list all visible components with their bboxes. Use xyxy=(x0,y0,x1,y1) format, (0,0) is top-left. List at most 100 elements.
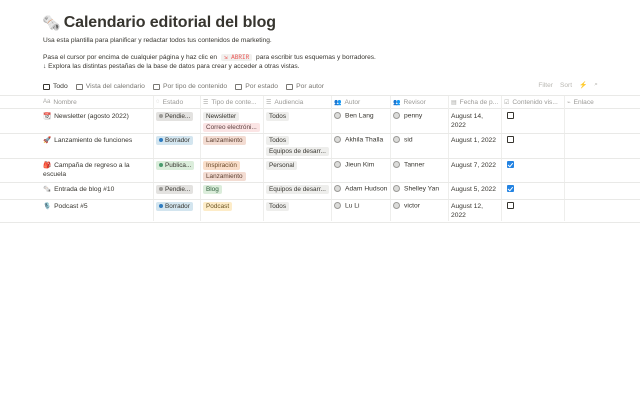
avatar xyxy=(334,136,341,143)
content-type-tag: Correo electróni... xyxy=(203,123,260,132)
content-type-cell[interactable]: Podcast xyxy=(203,202,233,213)
table-view-icon xyxy=(286,83,294,90)
search-icon[interactable]: ⌕ xyxy=(594,81,598,89)
status-label: Pendie... xyxy=(165,186,191,193)
column-header[interactable]: ☰ Audiencia xyxy=(266,96,331,108)
column-header[interactable]: ☑ Contenido vis... xyxy=(504,96,564,108)
row-divider xyxy=(0,133,640,134)
status-label: Borrador xyxy=(165,137,190,144)
author-cell[interactable]: Adam Hudson xyxy=(334,185,390,192)
audience-cell[interactable]: Todos xyxy=(266,112,290,123)
tab-0[interactable]: Todo xyxy=(43,80,68,96)
row-title[interactable]: 🎙️ Podcast #5 xyxy=(43,202,148,211)
author-cell[interactable]: Lu Li xyxy=(334,202,390,209)
reviewer-name: sid xyxy=(404,136,413,144)
column-header[interactable]: 👥 Autor xyxy=(334,96,390,108)
content-type-cell[interactable]: Inspiración xyxy=(203,161,240,172)
content-type-tag: Blog xyxy=(203,185,222,194)
hint-line-2: ↓ Explora las distintas pestañas de la b… xyxy=(43,63,300,70)
content-type-cell[interactable]: Correo electróni... xyxy=(203,123,260,134)
reviewer-cell[interactable]: victor xyxy=(393,202,449,209)
reviewer-cell[interactable]: penny xyxy=(393,112,449,119)
page-header: 🗞️ Calendario editorial del blog xyxy=(42,14,276,32)
audience-tag: Todos xyxy=(266,202,290,211)
content-type-cell[interactable]: Blog xyxy=(203,185,222,196)
content-visible-checkbox[interactable] xyxy=(507,202,514,209)
row-title[interactable]: 📆 Newsletter (agosto 2022) xyxy=(43,112,148,121)
author-cell[interactable]: Ben Lang xyxy=(334,112,390,119)
publish-date-cell[interactable]: August 14, 2022 xyxy=(451,112,483,130)
status-dot-icon xyxy=(159,114,163,119)
open-code-badge: ⇲ ABRIR xyxy=(220,54,253,61)
publish-date: August 12, xyxy=(451,203,483,210)
content-visible-checkbox[interactable] xyxy=(507,161,514,168)
column-header[interactable]: ◌ Estado xyxy=(156,96,201,108)
publish-date-year: 2022 xyxy=(451,212,466,219)
row-divider xyxy=(0,182,640,183)
table-view-icon xyxy=(235,83,243,90)
column-header-label: Autor xyxy=(344,98,361,106)
row-title[interactable]: 🚀 Lanzamiento de funciones xyxy=(43,136,148,145)
tab-4[interactable]: Por autor xyxy=(286,80,324,93)
column-header[interactable]: ☰ Tipo de conte... xyxy=(203,96,263,108)
row-name: Entrada de blog #10 xyxy=(54,186,115,193)
status-dot-icon xyxy=(159,204,163,209)
column-type-icon: 👥 xyxy=(334,99,342,106)
status-dot-icon xyxy=(159,187,163,192)
tab-1[interactable]: Vista del calendario xyxy=(75,80,145,93)
content-visible-checkbox[interactable] xyxy=(507,185,514,192)
row-title[interactable]: 🗞️ Entrada de blog #10 xyxy=(43,185,148,194)
content-visible-checkbox[interactable] xyxy=(507,112,514,119)
column-type-icon: ⌁ xyxy=(567,99,571,106)
tab-label: Vista del calendario xyxy=(85,83,145,90)
tab-2[interactable]: Por tipo de contenido xyxy=(152,80,228,93)
filter-button[interactable]: Filter xyxy=(538,82,553,89)
column-header-label: Fecha de p... xyxy=(459,98,499,106)
header-bottom-divider xyxy=(0,108,640,109)
row-name: Lanzamiento de funciones xyxy=(54,137,133,144)
publish-date-cell[interactable]: August 5, 2022 xyxy=(451,185,496,194)
avatar xyxy=(334,202,341,209)
audience-cell[interactable]: Todos xyxy=(266,136,290,147)
publish-date-cell[interactable]: August 1, 2022 xyxy=(451,136,496,145)
content-type-cell[interactable]: Newsletter xyxy=(203,112,240,123)
status-cell[interactable]: Borrador xyxy=(156,202,193,213)
reviewer-cell[interactable]: Shelley Yan xyxy=(393,185,449,192)
row-emoji-icon: 📆 xyxy=(43,113,52,120)
sort-button[interactable]: Sort xyxy=(560,82,572,89)
audience-cell[interactable]: Todos xyxy=(266,202,290,213)
column-header[interactable]: ⌁ Enlace xyxy=(567,96,627,108)
row-title[interactable]: 🎒 Campaña de regreso a la escuela xyxy=(43,161,148,179)
reviewer-cell[interactable]: Tanner xyxy=(393,161,449,168)
audience-cell[interactable]: Equipos de desarr... xyxy=(266,185,329,196)
author-cell[interactable]: Jieun Kim xyxy=(334,161,390,168)
column-type-icon: ☰ xyxy=(266,99,272,106)
status-cell[interactable]: Pendie... xyxy=(156,112,194,123)
table-view-icon xyxy=(43,83,50,90)
status-cell[interactable]: Pendie... xyxy=(156,185,194,196)
content-visible-checkbox[interactable] xyxy=(507,136,514,143)
lightning-icon[interactable]: ⚡ xyxy=(579,81,587,89)
publish-date-cell[interactable]: August 12, 2022 xyxy=(451,202,483,220)
row-name: Newsletter (agosto 2022) xyxy=(54,113,129,120)
reviewer-cell[interactable]: sid xyxy=(393,136,449,143)
content-type-cell[interactable]: Lanzamiento xyxy=(203,172,246,183)
publish-date-cell[interactable]: August 7, 2022 xyxy=(451,161,496,170)
audience-cell[interactable]: Personal xyxy=(266,161,298,172)
audience-cell[interactable]: Equipos de desarr... xyxy=(266,147,329,158)
column-header-label: Revisor xyxy=(403,98,426,106)
page-description: Usa esta plantilla para planificar y red… xyxy=(43,37,272,44)
avatar xyxy=(393,202,400,209)
tab-3[interactable]: Por estado xyxy=(235,80,278,93)
tab-label: Por tipo de contenido xyxy=(162,83,228,90)
view-actions: Filter Sort ⚡ ⌕ xyxy=(531,81,598,89)
column-header[interactable]: Aa Nombre xyxy=(43,96,153,108)
column-header[interactable]: ▤ Fecha de p... xyxy=(451,96,501,108)
author-cell[interactable]: Akhila Thalla xyxy=(334,136,390,143)
status-cell[interactable]: Borrador xyxy=(156,136,193,147)
avatar xyxy=(334,112,341,119)
row-name: Podcast #5 xyxy=(54,203,88,210)
status-cell[interactable]: Publica... xyxy=(156,161,195,172)
content-type-cell[interactable]: Lanzamiento xyxy=(203,136,246,147)
column-header[interactable]: 👥 Revisor xyxy=(393,96,449,108)
